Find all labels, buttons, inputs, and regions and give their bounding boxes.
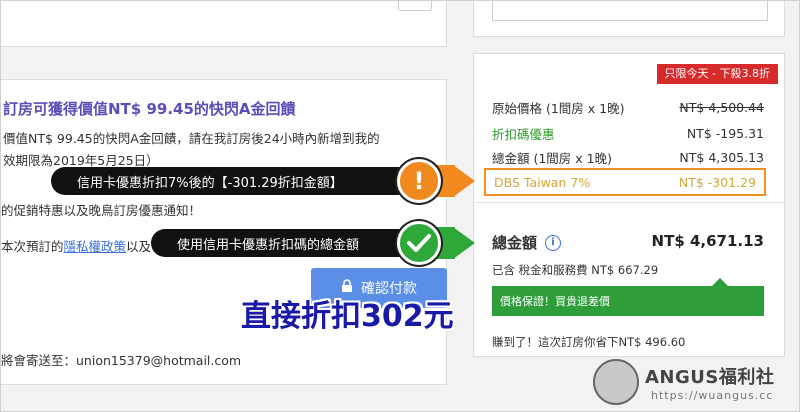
privacy-suffix: 以及 [126,239,152,254]
exclamation-icon: ! [397,159,441,203]
green-arrow-tip [453,227,475,259]
price-summary-card: 只限今天 - 下殺3.8折 原始價格 (1間房 x 1晚) NT$ 4,500.… [473,53,785,357]
promo-title: 訂房可獲得價值NT$ 99.45的快閃A金回饋 [3,100,296,118]
price-divider [474,202,784,203]
discount-code-label: 折扣碼優惠 [492,126,555,142]
mascot-avatar [593,359,639,405]
tax-fee-line: 已含 稅金和服務費 NT$ 667.29 [492,263,659,277]
browser-viewport: 訂房可獲得價值NT$ 99.45的快閃A金回饋 價值NT$ 99.45的快閃A金… [0,0,800,412]
original-price-label: 原始價格 (1間房 x 1晚) [492,100,625,116]
watermark-url: https://wuangus.cc [651,389,774,402]
left-top-card [1,1,447,47]
privacy-policy-link[interactable]: 隱私權政策 [64,239,127,254]
privacy-notice: 本次預訂的隱私權政策以及 [1,236,151,255]
deal-badge: 只限今天 - 下殺3.8折 [656,64,778,84]
price-guarantee-text: 價格保證！買貴退差價 [500,295,610,308]
dbs-discount-row: DBS Taiwan 7% NT$ -301.29 [484,168,766,196]
email-confirmation: 將會寄送至：union15379@hotmail.com [1,353,242,368]
guarantee-notch [712,278,728,286]
dbs-discount-value: NT$ -301.29 [678,174,756,190]
top-toggle-button[interactable] [398,1,432,11]
headline-discount: 直接折扣302元 [241,299,454,334]
dbs-discount-label: DBS Taiwan 7% [494,174,591,190]
right-top-field [492,1,768,21]
original-price-value: NT$ 4,500.44 [679,99,764,115]
discount-code-row: 折扣碼優惠 NT$ -195.31 [492,124,764,142]
savings-line: 賺到了！這次訂房你省下NT$ 496.60 [492,335,686,349]
promo-description: 價值NT$ 99.45的快閃A金回饋，請在我訂房後24小時內新增到我的 [3,131,380,146]
info-icon[interactable]: i [545,234,562,251]
checkmark-icon [397,221,441,265]
callout-total-amount: 使用信用卡優惠折扣碼的總金額 [151,229,413,257]
orange-arrow-tip [453,165,475,197]
right-top-card [473,1,785,37]
watermark-title: ANGUS福利社 [645,367,775,388]
subtotal-value: NT$ 4,305.13 [679,149,764,165]
privacy-prefix: 本次預訂的 [1,239,64,254]
total-label: 總金額 i [492,232,562,253]
subtotal-label: 總金額 (1間房 x 1晚) [492,150,612,166]
callout-card-discount: 信用卡優惠折扣7%後的【-301.29折扣金額】 [51,167,413,195]
newsletter-notice: 的促銷特惠以及晚鳥訂房優惠通知！ [1,203,202,218]
total-value: NT$ 4,671.13 [651,232,764,250]
discount-code-value: NT$ -195.31 [686,125,764,141]
watermark: ANGUS福利社 https://wuangus.cc [593,355,793,409]
original-price-row: 原始價格 (1間房 x 1晚) NT$ 4,500.44 [492,98,764,116]
total-label-text: 總金額 [492,234,538,252]
subtotal-row: 總金額 (1間房 x 1晚) NT$ 4,305.13 [492,148,764,166]
price-guarantee-banner: 價格保證！買貴退差價 [492,278,764,316]
